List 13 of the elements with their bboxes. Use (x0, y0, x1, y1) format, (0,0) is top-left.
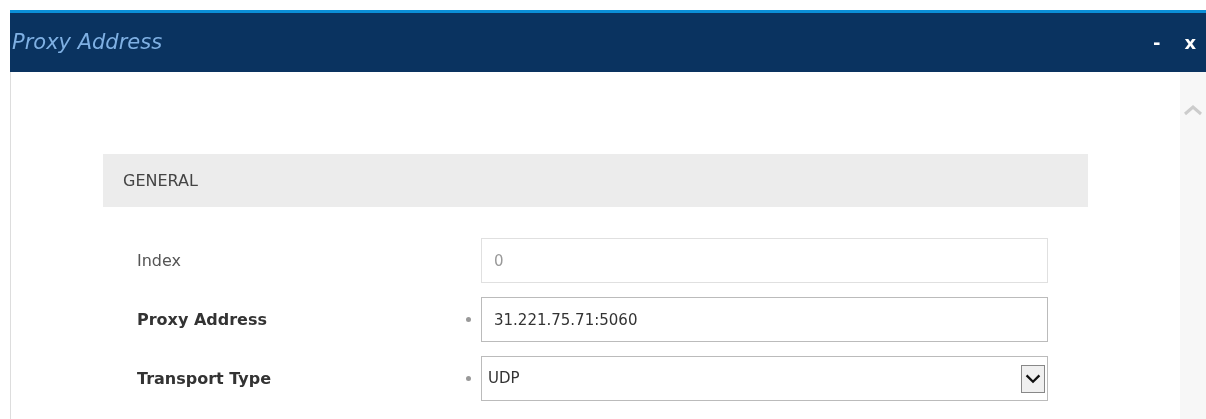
field-label: Index (137, 249, 183, 272)
scrollbar[interactable] (1180, 72, 1206, 419)
section-title: GENERAL (123, 169, 198, 192)
chevron-down-icon[interactable] (1021, 364, 1045, 393)
close-button[interactable]: x (1182, 29, 1198, 56)
field-label: Proxy Address (137, 308, 268, 331)
select-field[interactable]: UDP (481, 356, 1048, 401)
select-value: UDP (488, 368, 520, 390)
field-label: Transport Type (137, 367, 273, 390)
window-title: Proxy Address (12, 28, 163, 56)
minimize-button[interactable]: - (1150, 29, 1163, 56)
chevron-up-icon[interactable] (1183, 104, 1203, 116)
text-field[interactable]: 31.221.75.71:5060 (481, 297, 1048, 342)
